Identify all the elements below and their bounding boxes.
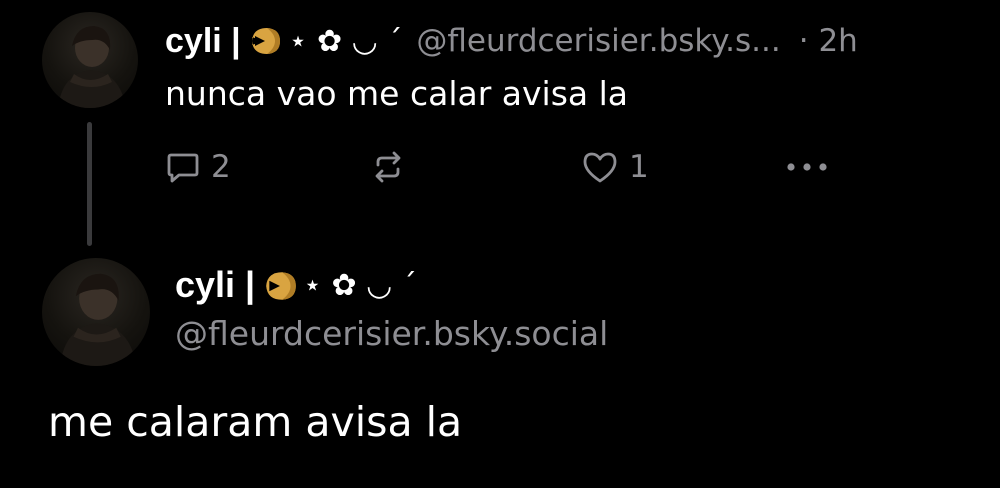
fortune-cookie-icon: [263, 268, 297, 302]
post-actions: 2 1: [165, 144, 845, 190]
reply-icon: [165, 149, 201, 185]
avatar[interactable]: [42, 12, 138, 108]
handle[interactable]: @fleurdcerisier.bsky.social: [175, 314, 608, 353]
more-options-button[interactable]: [785, 144, 829, 190]
heart-icon: [581, 149, 619, 185]
handle[interactable]: @fleurdcerisier.bsky.s...: [416, 23, 780, 59]
like-count: 1: [629, 149, 649, 185]
parent-post[interactable]: cyli | ⋆ ✿ ◡ ˊ @fleurdcerisier.bsky.s...…: [0, 0, 1000, 250]
post-header: cyli | ⋆ ✿ ◡ ˊ @fleurdcerisier.bsky.s...…: [165, 18, 858, 64]
post-text: nunca vao me calar avisa la: [165, 74, 628, 113]
timestamp[interactable]: · 2h: [799, 23, 858, 59]
post-header: cyli | ⋆ ✿ ◡ ˊ: [175, 260, 417, 310]
repost-icon: [370, 149, 406, 185]
avatar-photo: [58, 26, 126, 108]
like-button[interactable]: 1: [581, 144, 649, 190]
post-text: me calaram avisa la: [48, 398, 463, 446]
name-decoration: ⋆ ✿ ◡ ˊ: [288, 23, 403, 59]
reply-button[interactable]: 2: [165, 144, 231, 190]
more-icon: [785, 161, 829, 173]
reply-count: 2: [211, 149, 231, 185]
thread-line: [87, 122, 92, 246]
display-name[interactable]: cyli |: [165, 22, 241, 61]
display-name[interactable]: cyli |: [175, 264, 255, 306]
avatar-photo: [60, 273, 137, 366]
name-decoration: ⋆ ✿ ◡ ˊ: [303, 267, 417, 303]
repost-button[interactable]: [370, 144, 416, 190]
avatar[interactable]: [42, 258, 150, 366]
fortune-cookie-icon: [249, 24, 283, 58]
